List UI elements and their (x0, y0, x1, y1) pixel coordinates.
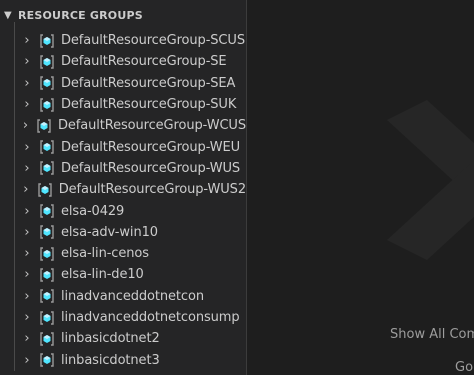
vscode-watermark-icon (387, 100, 474, 260)
resource-group-item[interactable]: › DefaultResourceGroup-WEU (0, 136, 246, 157)
resource-group-label: DefaultResourceGroup-SE (61, 54, 227, 70)
chevron-right-icon[interactable]: › (19, 118, 32, 133)
resource-group-icon (37, 119, 51, 133)
section-title: RESOURCE GROUPS (18, 8, 143, 22)
resource-group-icon (40, 268, 54, 282)
chevron-right-icon[interactable]: › (19, 54, 35, 69)
chevron-right-icon[interactable]: › (19, 289, 35, 304)
resource-group-item[interactable]: › DefaultResourceGroup-SE (0, 51, 246, 72)
resource-group-item[interactable]: › elsa-lin-de10 (0, 264, 246, 285)
resource-group-item[interactable]: › elsa-adv-win10 (0, 222, 246, 243)
resource-group-tree: › DefaultResourceGroup-SCUS › DefaultResour… (0, 22, 246, 371)
chevron-right-icon[interactable]: › (19, 267, 35, 282)
resource-group-item[interactable]: › elsa-0429 (0, 200, 246, 221)
resource-group-label: elsa-adv-win10 (61, 224, 158, 240)
resource-group-label: DefaultResourceGroup-WUS (61, 160, 241, 176)
resource-group-icon (40, 225, 54, 240)
resource-group-label: linadvanceddotnetcon (61, 288, 204, 304)
resource-group-icon (40, 33, 54, 48)
resource-group-item[interactable]: › DefaultResourceGroup-SEA (0, 73, 246, 94)
resource-group-item[interactable]: › linadvanceddotnetcon (0, 286, 246, 307)
resource-group-item[interactable]: › DefaultResourceGroup-WCUS (0, 115, 246, 136)
resource-group-icon (40, 97, 54, 112)
resource-group-icon (40, 310, 54, 325)
resource-group-item[interactable]: › DefaultResourceGroup-WUS (0, 158, 246, 179)
resource-group-item[interactable]: › DefaultResourceGroup-SCUS (0, 30, 246, 51)
explorer-sidebar: ▼ RESOURCE GROUPS › DefaultResourceGroup-… (0, 0, 246, 375)
resource-group-label: elsa-0429 (61, 203, 125, 219)
resource-group-icon (40, 289, 54, 303)
resource-group-icon (40, 332, 54, 346)
resource-group-label: linbasicdotnet2 (61, 331, 160, 347)
resource-group-item[interactable]: › elsa-lin-cenos (0, 243, 246, 264)
resource-group-item[interactable]: › linadvanceddotnetconsump (0, 307, 246, 328)
chevron-right-icon[interactable]: › (19, 204, 35, 219)
editor-area: Show All Com Go (247, 0, 474, 375)
resource-group-label: elsa-lin-de10 (61, 267, 144, 283)
resource-group-icon (40, 246, 54, 261)
resource-group-label: DefaultResourceGroup-WEU (61, 139, 241, 155)
chevron-down-icon: ▼ (4, 9, 12, 21)
resource-group-icon (40, 204, 54, 218)
resource-group-label: DefaultResourceGroup-SEA (61, 75, 236, 91)
resource-group-item[interactable]: › linbasicdotnet3 (0, 349, 246, 370)
chevron-right-icon[interactable]: › (19, 33, 35, 48)
chevron-right-icon[interactable]: › (19, 246, 35, 261)
resource-group-icon (38, 183, 52, 197)
chevron-right-icon[interactable]: › (19, 97, 35, 112)
resource-group-icon (40, 76, 54, 90)
resource-group-icon (40, 161, 54, 176)
resource-group-label: linadvanceddotnetconsump (61, 310, 240, 325)
resource-group-label: DefaultResourceGroup-SUK (61, 97, 237, 113)
chevron-right-icon[interactable]: › (19, 182, 33, 197)
resource-groups-header[interactable]: ▼ RESOURCE GROUPS (0, 0, 246, 30)
resource-group-item[interactable]: › DefaultResourceGroup-SUK (0, 94, 246, 115)
resource-group-icon (40, 353, 54, 367)
resource-group-item[interactable]: › linbasicdotnet2 (0, 328, 246, 349)
resource-group-label: elsa-lin-cenos (61, 246, 149, 262)
chevron-right-icon[interactable]: › (19, 310, 35, 325)
chevron-right-icon[interactable]: › (19, 225, 35, 240)
chevron-right-icon[interactable]: › (19, 140, 35, 155)
resource-group-label: DefaultResourceGroup-SCUS (61, 33, 245, 49)
chevron-right-icon[interactable]: › (19, 76, 35, 91)
resource-group-label: DefaultResourceGroup-WCUS (57, 118, 246, 134)
resource-group-icon (40, 140, 54, 154)
resource-group-icon (40, 55, 54, 69)
chevron-right-icon[interactable]: › (19, 161, 35, 176)
show-all-commands-hint: Show All Com (390, 327, 474, 342)
chevron-right-icon[interactable]: › (19, 353, 35, 368)
resource-group-label: linbasicdotnet3 (61, 352, 160, 368)
resource-group-item[interactable]: › DefaultResourceGroup-WUS2 (0, 179, 246, 200)
chevron-right-icon[interactable]: › (19, 331, 35, 346)
go-to-file-hint: Go (455, 360, 474, 375)
resource-group-label: DefaultResourceGroup-WUS2 (58, 182, 246, 198)
